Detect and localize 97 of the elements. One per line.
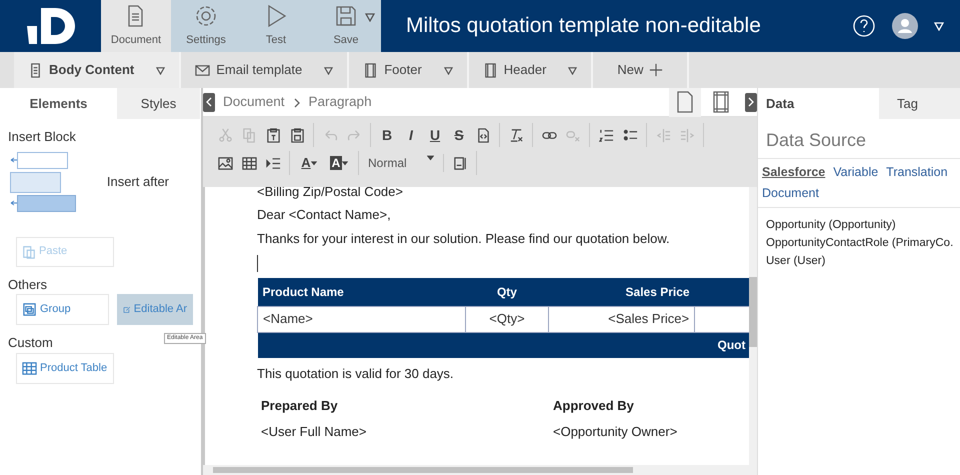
collapse-button[interactable] bbox=[203, 92, 215, 112]
redo-icon bbox=[346, 128, 362, 142]
help-icon bbox=[852, 14, 876, 38]
collapse-button[interactable] bbox=[745, 92, 757, 112]
table-cell: <Qty> bbox=[465, 306, 549, 332]
scrollbar[interactable] bbox=[749, 187, 757, 465]
caret-icon bbox=[934, 21, 944, 31]
toolbar-button[interactable]: Test bbox=[241, 0, 311, 52]
numbered-list-icon bbox=[598, 128, 614, 142]
page-break-icon bbox=[452, 156, 468, 170]
data-source-link[interactable]: Document bbox=[762, 184, 819, 202]
panel-heading: Data Source bbox=[758, 119, 960, 159]
strikethrough-button[interactable]: S bbox=[447, 123, 471, 147]
table-icon bbox=[242, 156, 256, 170]
style-dropdown[interactable]: Normal bbox=[363, 154, 439, 172]
breadcrumb-item[interactable]: Document bbox=[223, 92, 285, 112]
toolbar-button[interactable]: Save bbox=[311, 0, 381, 52]
document-text: Thanks for your interest in our solution. Please find our quotation below. bbox=[257, 230, 671, 248]
document-text: Dear <Contact Name>, bbox=[257, 206, 392, 224]
paste-icon bbox=[290, 128, 304, 142]
underline-button[interactable]: U bbox=[423, 123, 447, 147]
toolbar-button[interactable]: Document bbox=[101, 0, 171, 52]
copy-icon bbox=[242, 128, 256, 142]
section-heading: Custom bbox=[8, 334, 53, 352]
caret-icon bbox=[365, 12, 375, 22]
chevron-right-icon bbox=[292, 98, 301, 108]
page-mode-button[interactable] bbox=[669, 88, 701, 116]
caret-icon bbox=[568, 66, 578, 76]
chevron-right-icon bbox=[747, 97, 755, 107]
data-object-item[interactable]: User (User) bbox=[766, 252, 954, 270]
table-footer-cell: Quot bbox=[258, 332, 749, 358]
text-cursor bbox=[257, 255, 258, 272]
page-margins-icon bbox=[713, 91, 729, 113]
scrollbar[interactable] bbox=[203, 465, 757, 475]
text-color-button[interactable]: A bbox=[294, 151, 324, 175]
table-cell: <Name> bbox=[258, 306, 466, 332]
insert-block-drawing bbox=[8, 150, 78, 212]
document-icon bbox=[28, 62, 43, 78]
clear-formatting-icon bbox=[508, 128, 524, 142]
insert-position-option[interactable]: Insert after bbox=[106, 172, 169, 192]
section-heading: Insert Block bbox=[8, 128, 77, 146]
signature-field: <User Full Name> bbox=[261, 420, 549, 444]
document-text: This quotation is valid for 30 days. bbox=[257, 365, 455, 383]
element-button[interactable]: Group bbox=[16, 294, 109, 325]
table-cell: <Sales Price> bbox=[548, 306, 695, 332]
toolbar-button[interactable]: Settings bbox=[171, 0, 241, 52]
page-layout-icon bbox=[482, 62, 498, 78]
element-button[interactable]: Product Table bbox=[16, 352, 114, 384]
image-icon bbox=[218, 156, 232, 170]
signature-field: <Opportunity Owner> bbox=[553, 420, 678, 444]
bold-button[interactable]: B bbox=[375, 123, 399, 147]
envelope-icon bbox=[195, 62, 210, 78]
clipboard-icon bbox=[22, 244, 36, 258]
panel-tab[interactable]: Styles bbox=[117, 88, 200, 119]
indent-list-icon bbox=[266, 156, 280, 170]
paste-icon bbox=[266, 128, 280, 142]
table-header-cell bbox=[694, 278, 749, 306]
breadcrumb-item[interactable]: Paragraph bbox=[308, 92, 372, 112]
section-heading: Others bbox=[8, 276, 48, 294]
plus-icon bbox=[649, 63, 664, 77]
bullet-list-icon bbox=[622, 128, 638, 142]
caret-icon bbox=[427, 154, 434, 161]
signature-heading: Prepared By bbox=[261, 397, 339, 415]
caret-icon bbox=[444, 66, 453, 76]
template-tab[interactable]: Body Content bbox=[14, 52, 182, 88]
table-header-cell: Product Name bbox=[258, 278, 466, 306]
chevron-left-icon bbox=[205, 97, 213, 107]
data-source-link[interactable]: Salesforce bbox=[762, 163, 826, 182]
table-header-cell: Qty bbox=[465, 278, 549, 306]
table-icon bbox=[22, 360, 37, 376]
indent-icon bbox=[680, 128, 694, 142]
caret-icon bbox=[310, 160, 317, 166]
logo-icon bbox=[26, 8, 74, 44]
gear-icon bbox=[194, 4, 218, 28]
background-color-button[interactable]: A bbox=[324, 151, 354, 175]
window-title: Miltos quotation template non-editable bbox=[405, 13, 762, 40]
caret-icon bbox=[324, 66, 334, 76]
template-tab[interactable]: Header bbox=[468, 52, 594, 88]
avatar-icon[interactable] bbox=[892, 13, 918, 39]
table-header-cell: Sales Price bbox=[548, 278, 695, 306]
signature-heading: Approved By bbox=[553, 397, 635, 415]
italic-button[interactable]: I bbox=[399, 123, 423, 147]
data-object-item[interactable]: OpportunityContactRole (PrimaryCo. bbox=[766, 234, 954, 252]
page-layout-icon bbox=[363, 62, 378, 78]
scissors-icon bbox=[218, 128, 232, 142]
data-source-link[interactable]: Translation bbox=[886, 163, 948, 182]
data-source-link[interactable]: Variable bbox=[833, 163, 878, 182]
outdent-icon bbox=[656, 128, 670, 142]
caret-icon bbox=[156, 66, 166, 76]
undo-icon bbox=[322, 128, 338, 142]
caret-icon bbox=[342, 160, 348, 166]
template-tab[interactable]: Footer bbox=[349, 52, 469, 88]
page-icon bbox=[677, 91, 693, 113]
panel-tab[interactable]: Tag bbox=[879, 88, 960, 119]
code-file-icon bbox=[476, 128, 490, 142]
group-icon bbox=[22, 302, 37, 317]
data-object-item[interactable]: Opportunity (Opportunity) bbox=[766, 216, 954, 234]
